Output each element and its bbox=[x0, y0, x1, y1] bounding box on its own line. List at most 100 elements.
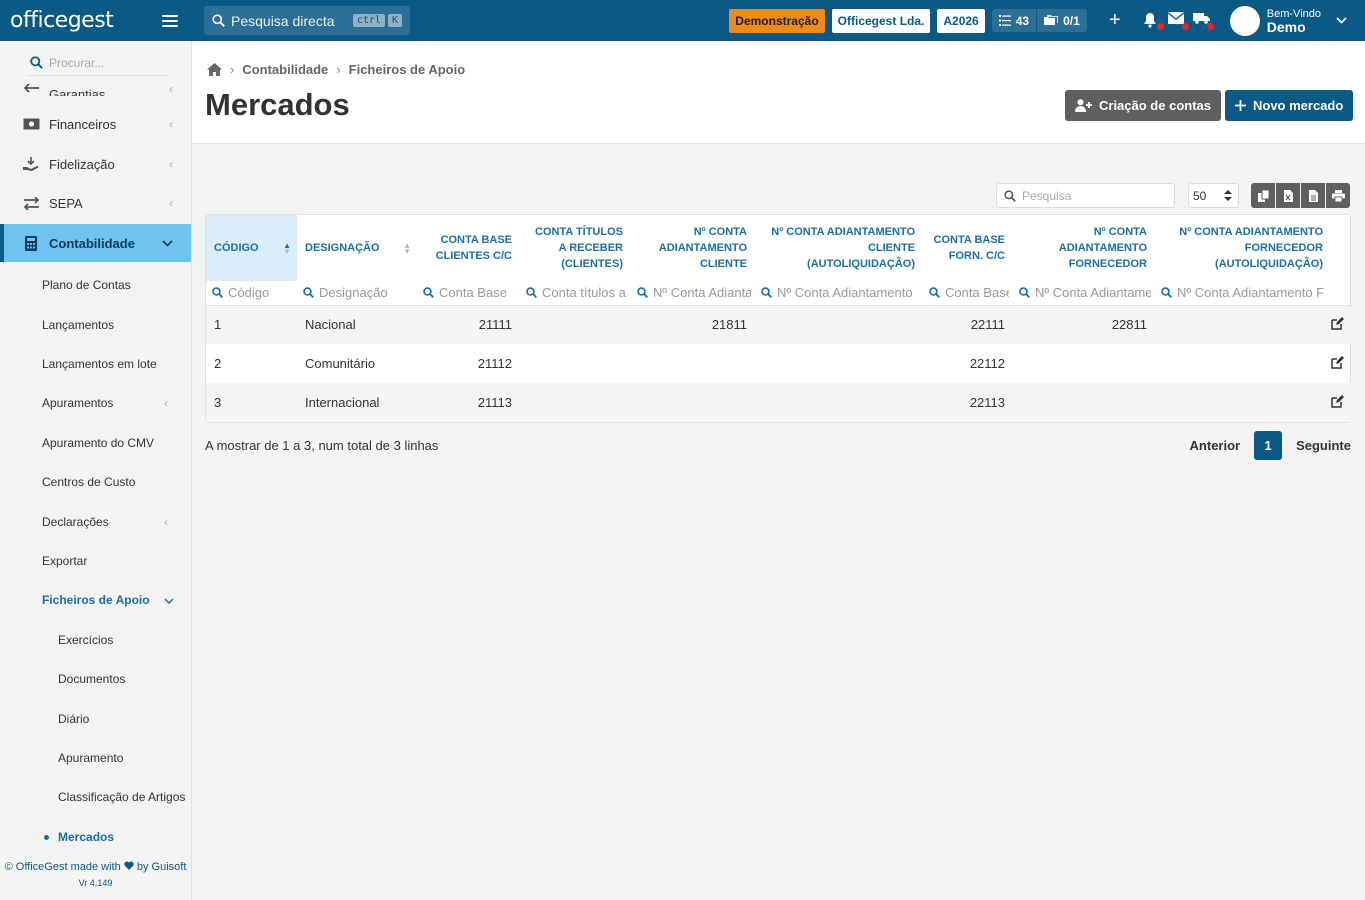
delivery-button[interactable] bbox=[1192, 12, 1214, 30]
sidebar-sub2-mercados[interactable]: Mercados bbox=[43, 830, 114, 844]
sort-asc-icon: ▲ ▼ bbox=[283, 241, 291, 256]
search-icon bbox=[1019, 287, 1030, 299]
column-adiantamento-fornecedor-auto[interactable]: Nº CONTA ADIANTAMENTO FORNECEDOR (AUTOLI… bbox=[1155, 215, 1331, 281]
table-search-input[interactable]: Pesquisa bbox=[996, 183, 1175, 208]
sidebar-sub-plano-contas[interactable]: Plano de Contas bbox=[42, 278, 131, 292]
sidebar-sub-lancamentos-lote[interactable]: Lançamentos em lote bbox=[42, 357, 157, 371]
copyright-author[interactable]: by Guisoft bbox=[137, 861, 187, 873]
cell-conta-base-clientes: 21111 bbox=[478, 317, 512, 333]
filter-conta-base-forn[interactable]: Conta Base bbox=[923, 281, 1013, 306]
column-codigo[interactable]: CÓDIGO ▲ ▼ bbox=[206, 215, 297, 281]
create-accounts-button[interactable]: Criação de contas bbox=[1065, 90, 1221, 121]
cell-codigo: 1 bbox=[214, 317, 222, 333]
page-1-button[interactable]: 1 bbox=[1254, 431, 1283, 460]
filter-conta-titulos[interactable]: Conta títulos a bbox=[520, 281, 631, 306]
search-icon bbox=[30, 56, 43, 69]
sidebar-sub-lancamentos[interactable]: Lançamentos bbox=[42, 318, 114, 332]
page-title: Mercados bbox=[205, 87, 350, 122]
sidebar-item-sepa[interactable]: SEPA ‹ bbox=[0, 184, 191, 222]
table-row[interactable]: 3 Internacional 21113 22113 bbox=[206, 383, 1352, 422]
column-conta-base-clientes[interactable]: CONTA BASE CLIENTES C/C bbox=[417, 215, 520, 281]
cell-conta-base-forn: 22111 bbox=[970, 317, 1005, 333]
new-market-button[interactable]: Novo mercado bbox=[1225, 90, 1354, 121]
filter-adiantamento-cliente[interactable]: Nº Conta Adiantamento bbox=[631, 281, 755, 306]
sidebar-sub2-diario[interactable]: Diário bbox=[58, 712, 89, 726]
column-adiantamento-fornecedor[interactable]: Nº CONTA ADIANTAMENTO FORNECEDOR bbox=[1013, 215, 1155, 281]
column-label: Nº CONTA ADIANTAMENTO CLIENTE (AUTOLIQUI… bbox=[771, 226, 915, 270]
copy-button[interactable] bbox=[1251, 183, 1275, 208]
cell-conta-titulos bbox=[520, 383, 631, 422]
docs-counter[interactable]: 0/1 bbox=[1036, 9, 1087, 32]
table-row[interactable]: 2 Comunitário 21112 22112 bbox=[206, 344, 1352, 383]
sidebar-sub-ficheiros-apoio[interactable]: Ficheiros de Apoio bbox=[42, 593, 182, 607]
column-adiantamento-cliente[interactable]: Nº CONTA ADIANTAMENTO CLIENTE bbox=[631, 215, 755, 281]
sidebar-sub2-classificacao-artigos[interactable]: Classificação de Artigos bbox=[58, 790, 185, 804]
column-adiantamento-cliente-auto[interactable]: Nº CONTA ADIANTAMENTO CLIENTE (AUTOLIQUI… bbox=[755, 215, 923, 281]
edit-icon[interactable] bbox=[1331, 316, 1344, 330]
column-designacao[interactable]: DESIGNAÇÃO ▲ ▼ bbox=[297, 215, 417, 281]
excel-button[interactable] bbox=[1276, 183, 1300, 208]
cell-adiantamento-cliente-auto bbox=[755, 305, 923, 344]
sidebar-sub2-exercicios[interactable]: Exercícios bbox=[58, 633, 113, 647]
arrow-left-icon bbox=[22, 80, 40, 96]
sidebar-item-contabilidade[interactable]: Contabilidade bbox=[0, 224, 191, 262]
filter-conta-base-clientes[interactable]: Conta Base bbox=[417, 281, 520, 306]
sidebar-sub-exportar[interactable]: Exportar bbox=[42, 554, 87, 568]
add-icon[interactable]: + bbox=[1102, 9, 1128, 32]
filter-placeholder: Conta Base bbox=[945, 285, 1009, 301]
edit-icon[interactable] bbox=[1331, 394, 1344, 408]
sidebar-item-fidelizacao[interactable]: Fidelização ‹ bbox=[0, 145, 191, 183]
user-menu[interactable]: Bem-Vindo Demo bbox=[1229, 5, 1347, 36]
filter-adiantamento-fornecedor[interactable]: Nº Conta Adiantamento bbox=[1013, 281, 1155, 306]
sidebar-sub2-documentos[interactable]: Documentos bbox=[58, 672, 125, 686]
table-row[interactable]: 1 Nacional 21111 21811 22111 22811 bbox=[206, 305, 1352, 344]
filter-adiantamento-fornecedor-auto[interactable]: Nº Conta Adiantamento F bbox=[1155, 281, 1331, 306]
breadcrumb-contabilidade[interactable]: Contabilidade bbox=[242, 62, 328, 77]
cell-conta-base-clientes: 21113 bbox=[477, 395, 512, 410]
sort-icon: ▲ ▼ bbox=[403, 241, 411, 256]
sidebar-search[interactable]: Procurar... bbox=[28, 50, 169, 76]
sidebar-search-placeholder: Procurar... bbox=[49, 55, 105, 70]
message-dot bbox=[1181, 22, 1189, 30]
year-badge[interactable]: A2026 bbox=[937, 8, 985, 33]
prev-page-button[interactable]: Anterior bbox=[1190, 438, 1241, 453]
column-label: CONTA TÍTULOS A RECEBER (CLIENTES) bbox=[535, 226, 623, 270]
global-search[interactable]: Pesquisa directa ctrl K bbox=[204, 6, 410, 35]
cell-conta-titulos bbox=[520, 305, 631, 344]
sidebar: Procurar... Garantias ‹ Financeiros ‹ Fi… bbox=[0, 41, 192, 900]
column-conta-titulos[interactable]: CONTA TÍTULOS A RECEBER (CLIENTES) bbox=[520, 215, 631, 281]
sidebar-sub2-apuramento[interactable]: Apuramento bbox=[58, 751, 123, 765]
kbd-ctrl: ctrl bbox=[352, 14, 385, 27]
search-icon bbox=[212, 14, 225, 27]
company-badge[interactable]: Officegest Lda. bbox=[831, 8, 931, 33]
cell-adiantamento-fornecedor bbox=[1013, 344, 1155, 383]
cell-adiantamento-fornecedor-auto bbox=[1155, 344, 1331, 383]
pdf-button[interactable] bbox=[1301, 183, 1325, 208]
sidebar-sub-apuramento-cmv[interactable]: Apuramento do CMV bbox=[42, 436, 154, 450]
avatar bbox=[1229, 5, 1260, 36]
sidebar-sub-declaracoes[interactable]: Declarações ‹ bbox=[42, 515, 182, 529]
column-conta-base-forn[interactable]: CONTA BASE FORN. C/C bbox=[923, 215, 1013, 281]
menu-toggle-icon[interactable] bbox=[162, 14, 178, 27]
filter-placeholder: Nº Conta Adiantamento F bbox=[1177, 285, 1325, 301]
demo-badge[interactable]: Demonstração bbox=[729, 8, 825, 33]
cell-adiantamento-fornecedor: 22811 bbox=[1111, 317, 1147, 333]
tasks-counter[interactable]: 43 bbox=[992, 9, 1036, 32]
sidebar-sub-centros-custo[interactable]: Centros de Custo bbox=[42, 475, 135, 489]
filter-adiantamento-cliente-auto[interactable]: Nº Conta Adiantamento bbox=[755, 281, 923, 306]
breadcrumb-ficheiros-apoio[interactable]: Ficheiros de Apoio bbox=[349, 62, 466, 77]
edit-icon[interactable] bbox=[1331, 355, 1344, 369]
filter-designacao[interactable]: Designação bbox=[297, 281, 417, 306]
chevron-left-icon: ‹ bbox=[164, 396, 168, 410]
sidebar-item-garantias[interactable]: Garantias ‹ bbox=[0, 74, 191, 96]
messages-button[interactable] bbox=[1167, 11, 1189, 30]
sidebar-item-financeiros[interactable]: Financeiros ‹ bbox=[0, 105, 191, 143]
page-size-select[interactable]: 50 bbox=[1188, 183, 1239, 208]
next-page-button[interactable]: Seguinte bbox=[1296, 438, 1351, 453]
sidebar-sub-apuramentos[interactable]: Apuramentos ‹ bbox=[42, 396, 182, 410]
notifications-bell[interactable] bbox=[1143, 12, 1164, 30]
logo[interactable]: officegest bbox=[10, 8, 114, 33]
filter-codigo[interactable]: Código bbox=[206, 281, 297, 306]
home-icon[interactable] bbox=[207, 63, 222, 76]
print-button[interactable] bbox=[1326, 183, 1350, 208]
